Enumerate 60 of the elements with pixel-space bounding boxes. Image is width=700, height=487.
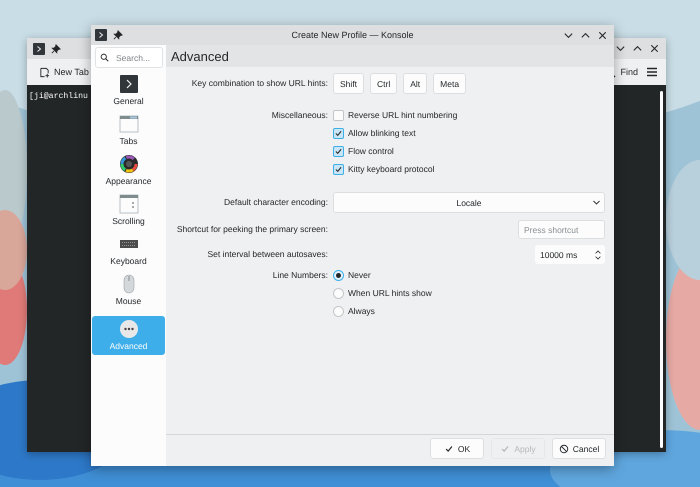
sidebar-item[interactable]: Scrolling	[92, 193, 165, 233]
new-tab-icon	[39, 66, 50, 78]
radio-button[interactable]	[333, 306, 344, 316]
option-label: Always	[348, 306, 375, 316]
terminal-icon	[118, 74, 138, 94]
spin-box[interactable]: 10000 ms	[535, 245, 605, 264]
close-icon[interactable]	[597, 30, 608, 40]
cancel-icon	[558, 444, 569, 454]
checkbox[interactable]	[333, 110, 344, 120]
search-icon	[100, 53, 109, 62]
key-button[interactable]: Alt	[403, 73, 428, 94]
check-icon	[444, 444, 454, 454]
checkbox[interactable]	[333, 164, 344, 174]
scroll-window-icon	[118, 194, 138, 214]
more-icon	[118, 319, 138, 339]
terminal-text: [ji@archlinu	[28, 91, 89, 103]
option-label: When URL hints show	[348, 288, 432, 298]
field-label: Set interval between autosaves:	[208, 248, 328, 261]
field-label: Miscellaneous:	[272, 109, 328, 122]
dialog-button[interactable]: Cancel	[552, 438, 606, 459]
field-label: Line Numbers:	[272, 269, 328, 282]
sidebar-item[interactable]: Keyboard	[92, 233, 165, 273]
checkbox[interactable]	[333, 128, 344, 138]
field-label: Key combination to show URL hints:	[192, 77, 328, 90]
terminal-icon	[33, 42, 45, 54]
option-label: Never	[348, 270, 371, 280]
window-icon	[118, 114, 138, 134]
radio-button[interactable]	[333, 270, 344, 280]
pin-icon[interactable]	[51, 44, 61, 54]
check-icon	[500, 444, 510, 454]
window-title: Create New Profile — Konsole	[291, 30, 414, 40]
close-icon[interactable]	[649, 43, 660, 54]
sidebar-item[interactable]: Appearance	[92, 153, 165, 193]
sidebar-item[interactable]: General	[92, 73, 165, 113]
option-label: Flow control	[348, 146, 394, 156]
dialog-button[interactable]: OK	[430, 438, 484, 459]
sidebar-item[interactable]: Tabs	[92, 113, 165, 153]
key-button[interactable]: Shift	[333, 73, 364, 94]
option-label: Reverse URL hint numbering	[348, 110, 458, 120]
color-wheel-icon	[118, 154, 138, 174]
stepper-icon	[594, 248, 602, 260]
search-field[interactable]: Search...	[95, 47, 163, 68]
scrollbar[interactable]	[660, 91, 663, 448]
sidebar-item[interactable]: Mouse	[92, 273, 165, 313]
field-label: Shortcut for peeking the primary screen:	[176, 223, 328, 236]
option-label: Allow blinking text	[348, 128, 416, 138]
chevron-down-icon	[592, 198, 601, 207]
checkbox[interactable]	[333, 146, 344, 156]
field-label: Default character encoding:	[224, 196, 328, 209]
terminal-icon	[95, 29, 107, 41]
radio-button[interactable]	[333, 288, 344, 298]
pin-icon[interactable]	[113, 30, 123, 40]
menu-icon[interactable]	[646, 66, 658, 78]
option-label: Kitty keyboard protocol	[348, 164, 434, 174]
shortcut-field[interactable]: Press shortcut	[518, 220, 605, 239]
key-button[interactable]: Ctrl	[370, 73, 398, 94]
new-tab-button[interactable]: New Tab	[37, 64, 91, 80]
dropdown[interactable]: Locale	[333, 192, 605, 213]
page-title: Advanced	[166, 45, 614, 67]
key-button[interactable]: Meta	[433, 73, 466, 94]
